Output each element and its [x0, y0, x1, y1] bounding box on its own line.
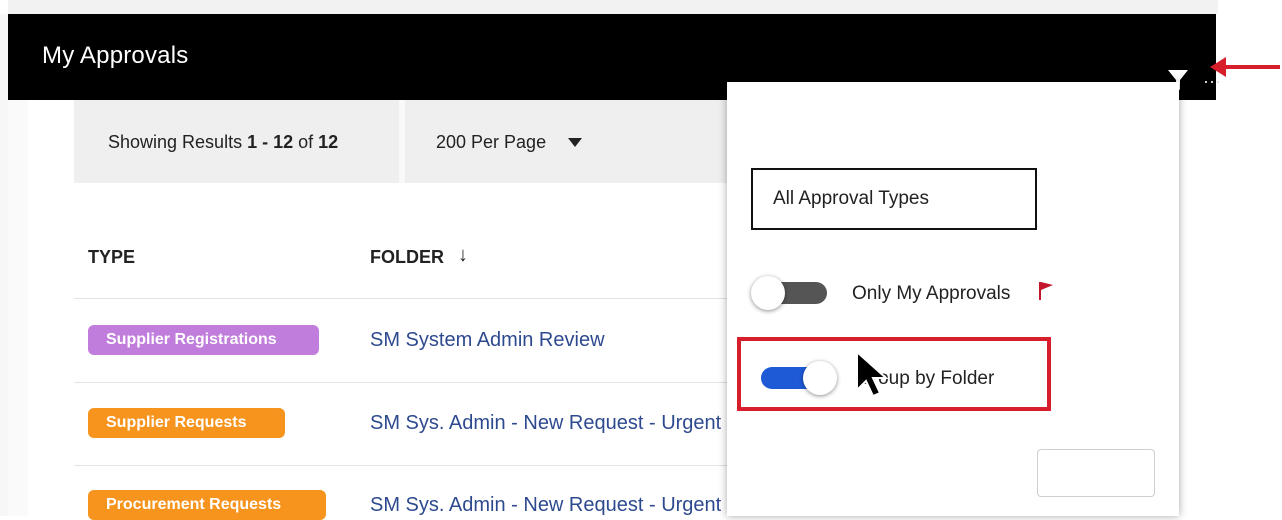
results-prefix: Showing Results	[108, 132, 248, 152]
chevron-down-icon[interactable]	[568, 138, 582, 147]
results-bar: Showing Results 1 - 12 of 12 200 Per Pag…	[74, 100, 764, 183]
only-my-approvals-label: Only My Approvals	[852, 283, 1011, 304]
mouse-cursor-icon	[856, 350, 889, 398]
row-divider	[74, 465, 734, 466]
group-by-folder-toggle[interactable]	[759, 361, 839, 395]
folder-link[interactable]: SM Sys. Admin - New Request - Urgent	[370, 494, 726, 517]
top-strip	[8, 0, 1218, 14]
folder-link[interactable]: SM Sys. Admin - New Request - Urgent	[370, 412, 726, 435]
toggle-knob	[803, 361, 837, 395]
folder-link[interactable]: SM System Admin Review	[370, 329, 726, 352]
left-gutter	[8, 100, 28, 516]
flag-icon	[1039, 282, 1053, 300]
column-header-folder[interactable]: FOLDER	[370, 247, 444, 268]
left-edge	[0, 14, 8, 516]
results-separator	[399, 100, 405, 183]
only-my-approvals-toggle[interactable]	[751, 276, 831, 310]
filter-dropdown: All Approval Types Only My Approvals Gro…	[727, 82, 1179, 516]
type-badge: Supplier Registrations	[88, 325, 319, 355]
results-range: 1 - 12	[247, 132, 294, 152]
type-badge: Supplier Requests	[88, 408, 285, 438]
results-total: 12	[318, 132, 339, 152]
row-divider	[74, 298, 734, 299]
filter-input[interactable]	[1037, 449, 1155, 497]
page-title: My Approvals	[42, 42, 189, 69]
red-arrow-annotation-icon	[1210, 57, 1280, 77]
sort-down-icon[interactable]: ↓	[458, 244, 468, 267]
per-page-select[interactable]: 200 Per Page	[436, 132, 546, 153]
row-divider	[74, 382, 734, 383]
app-frame: My Approvals ⋯ Showing Results 1 - 12 of…	[0, 0, 1282, 520]
approval-type-select[interactable]: All Approval Types	[751, 168, 1037, 230]
results-count: Showing Results 1 - 12 of 12	[108, 132, 338, 153]
toggle-knob	[751, 276, 785, 310]
column-header-type[interactable]: TYPE	[88, 247, 135, 268]
results-of: of	[293, 132, 319, 152]
